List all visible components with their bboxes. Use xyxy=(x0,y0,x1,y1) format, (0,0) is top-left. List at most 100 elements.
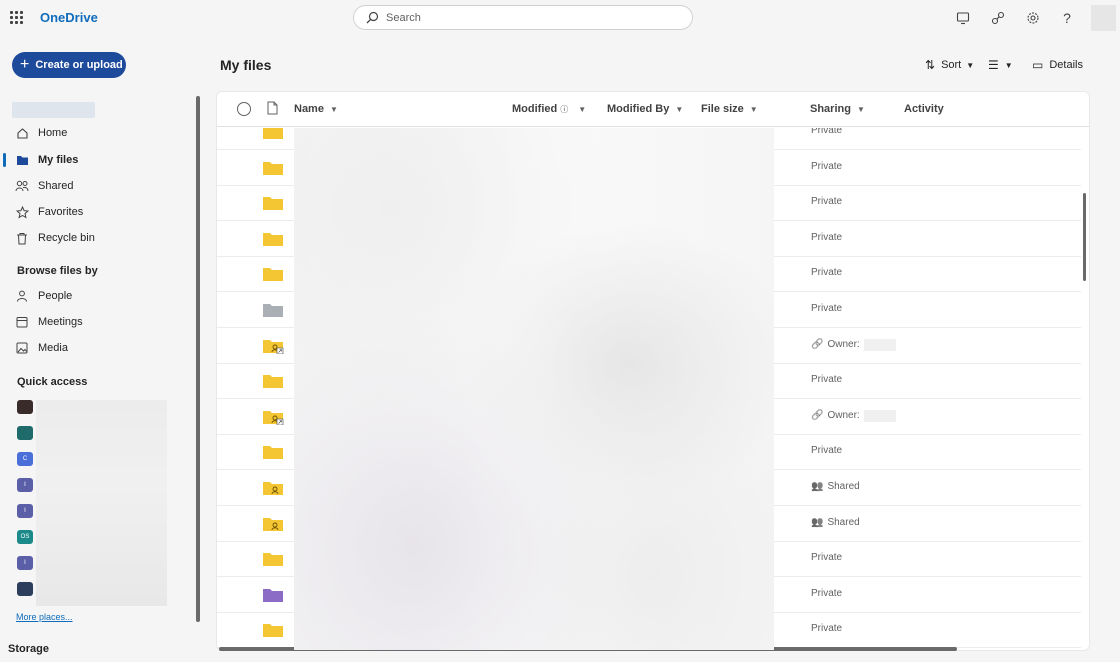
folder-icon xyxy=(263,268,283,282)
folder-icon xyxy=(263,128,283,139)
diamond-icon[interactable] xyxy=(989,9,1007,27)
sharing-status: Private xyxy=(811,161,842,172)
top-bar: OneDrive ? xyxy=(0,0,1120,36)
page-title: My files xyxy=(220,57,272,73)
quick-access-item[interactable]: I xyxy=(17,478,33,492)
chevron-down-icon: ▼ xyxy=(675,104,684,114)
nav-label: Meetings xyxy=(38,316,83,328)
monitor-icon[interactable] xyxy=(954,9,972,27)
calendar-icon xyxy=(14,314,30,330)
sharing-status: Private xyxy=(811,303,842,314)
sharing-label: Shared xyxy=(827,481,860,492)
column-file-size[interactable]: File size ▼ xyxy=(701,103,758,115)
create-or-upload-button[interactable]: + Create or upload xyxy=(12,52,126,78)
column-sharing[interactable]: Sharing ▼ xyxy=(810,103,865,115)
blurred-file-details xyxy=(294,128,774,650)
sharing-label: Private xyxy=(811,231,843,243)
quick-access-heading: Quick access xyxy=(17,376,88,388)
app-title[interactable]: OneDrive xyxy=(40,10,98,25)
nav-item-home[interactable]: Home xyxy=(14,122,184,144)
sharing-status: Private xyxy=(811,588,842,599)
search-input[interactable] xyxy=(386,9,676,27)
sharing-label: Private xyxy=(811,303,843,314)
nav-item-my-files[interactable]: My files xyxy=(14,149,184,171)
view-options-button[interactable]: ☰ ▼ xyxy=(988,58,1013,72)
folder-icon xyxy=(263,161,283,175)
folder-icon xyxy=(263,624,283,638)
gear-icon[interactable] xyxy=(1024,9,1042,27)
sharing-label: Private xyxy=(811,196,843,208)
sidebar: + Create or upload Home My files Shared … xyxy=(0,36,205,662)
people-icon xyxy=(14,178,30,194)
sidebar-scrollbar[interactable] xyxy=(196,96,200,622)
quick-access-item[interactable]: C xyxy=(17,452,33,466)
sharing-label: Private xyxy=(811,552,843,564)
create-label: Create or upload xyxy=(35,59,123,71)
folder-icon xyxy=(263,588,283,602)
column-name[interactable]: Name ▼ xyxy=(294,103,338,115)
nav-label: People xyxy=(38,290,73,302)
info-icon: ⓘ xyxy=(560,104,569,114)
sharing-status: 🔗 Owner: xyxy=(811,409,896,422)
file-rows: Private Private Private Private Private Priva… xyxy=(217,128,1089,650)
quick-access-names xyxy=(36,400,167,606)
shared-folder-icon xyxy=(263,410,284,425)
nav-item-meetings[interactable]: Meetings xyxy=(14,311,184,333)
sharing-status: Private xyxy=(811,623,842,634)
quick-access-item[interactable]: I xyxy=(17,556,33,570)
sharing-label: Private xyxy=(811,587,843,599)
quick-access-item[interactable]: OS xyxy=(17,530,33,544)
home-icon xyxy=(14,125,30,141)
select-all-checkbox[interactable] xyxy=(237,102,251,116)
nav-item-people[interactable]: People xyxy=(14,285,184,307)
details-button[interactable]: ▭ Details xyxy=(1032,58,1083,72)
sharing-label: Private xyxy=(811,160,843,172)
file-type-icon xyxy=(267,101,278,115)
nav-item-favorites[interactable]: Favorites xyxy=(14,201,184,223)
search-box[interactable] xyxy=(353,5,693,30)
quick-access-item[interactable]: I xyxy=(17,504,33,518)
sort-button[interactable]: ⇅ Sort ▼ xyxy=(925,58,974,72)
browse-heading: Browse files by xyxy=(17,265,98,277)
avatar[interactable] xyxy=(1091,5,1116,31)
sharing-status: Private xyxy=(811,128,842,136)
column-modified[interactable]: Modified ⓘ ▼ xyxy=(512,103,586,115)
quick-access-item[interactable] xyxy=(17,400,33,414)
app-launcher-icon[interactable] xyxy=(10,11,24,25)
quick-access-item[interactable] xyxy=(17,426,33,440)
sharing-status: Private xyxy=(811,196,842,207)
nav-item-recycle-bin[interactable]: Recycle bin xyxy=(14,227,184,249)
more-places-link[interactable]: More places... xyxy=(16,612,73,622)
people-icon: 👥 xyxy=(811,481,824,492)
trash-icon xyxy=(14,230,30,246)
nav-item-media[interactable]: Media xyxy=(14,337,184,359)
shared-folder-icon xyxy=(263,482,283,495)
active-indicator xyxy=(3,153,6,167)
folder-icon xyxy=(263,232,283,246)
folder-icon xyxy=(263,553,283,567)
nav-label: Favorites xyxy=(38,206,84,218)
help-icon[interactable]: ? xyxy=(1058,9,1076,27)
column-modified-by[interactable]: Modified By ▼ xyxy=(607,103,683,115)
file-list: Name ▼ Modified ⓘ ▼ Modified By ▼ File size ▼… xyxy=(216,91,1090,651)
column-label: Name xyxy=(294,103,324,115)
chevron-down-icon: ▼ xyxy=(856,104,865,114)
list-header: Name ▼ Modified ⓘ ▼ Modified By ▼ File size ▼… xyxy=(217,92,1089,127)
folder-icon xyxy=(263,304,283,317)
account-name xyxy=(12,102,95,118)
sharing-label: Private xyxy=(811,445,843,457)
quick-access-item[interactable] xyxy=(17,582,33,596)
column-activity[interactable]: Activity xyxy=(904,103,944,115)
link-icon: 🔗 xyxy=(811,410,824,422)
nav-label: Recycle bin xyxy=(38,232,95,244)
list-vertical-scrollbar[interactable] xyxy=(1083,193,1086,281)
sharing-status: 👥 Shared xyxy=(811,481,860,492)
nav-item-shared[interactable]: Shared xyxy=(14,175,184,197)
nav-label: Home xyxy=(38,127,68,139)
sharing-label: Owner: xyxy=(827,410,860,422)
link-icon: 🔗 xyxy=(811,339,824,351)
folder-icon xyxy=(263,197,283,211)
owner-name xyxy=(863,338,896,351)
people-icon: 👥 xyxy=(811,516,824,528)
owner-name xyxy=(863,409,896,422)
